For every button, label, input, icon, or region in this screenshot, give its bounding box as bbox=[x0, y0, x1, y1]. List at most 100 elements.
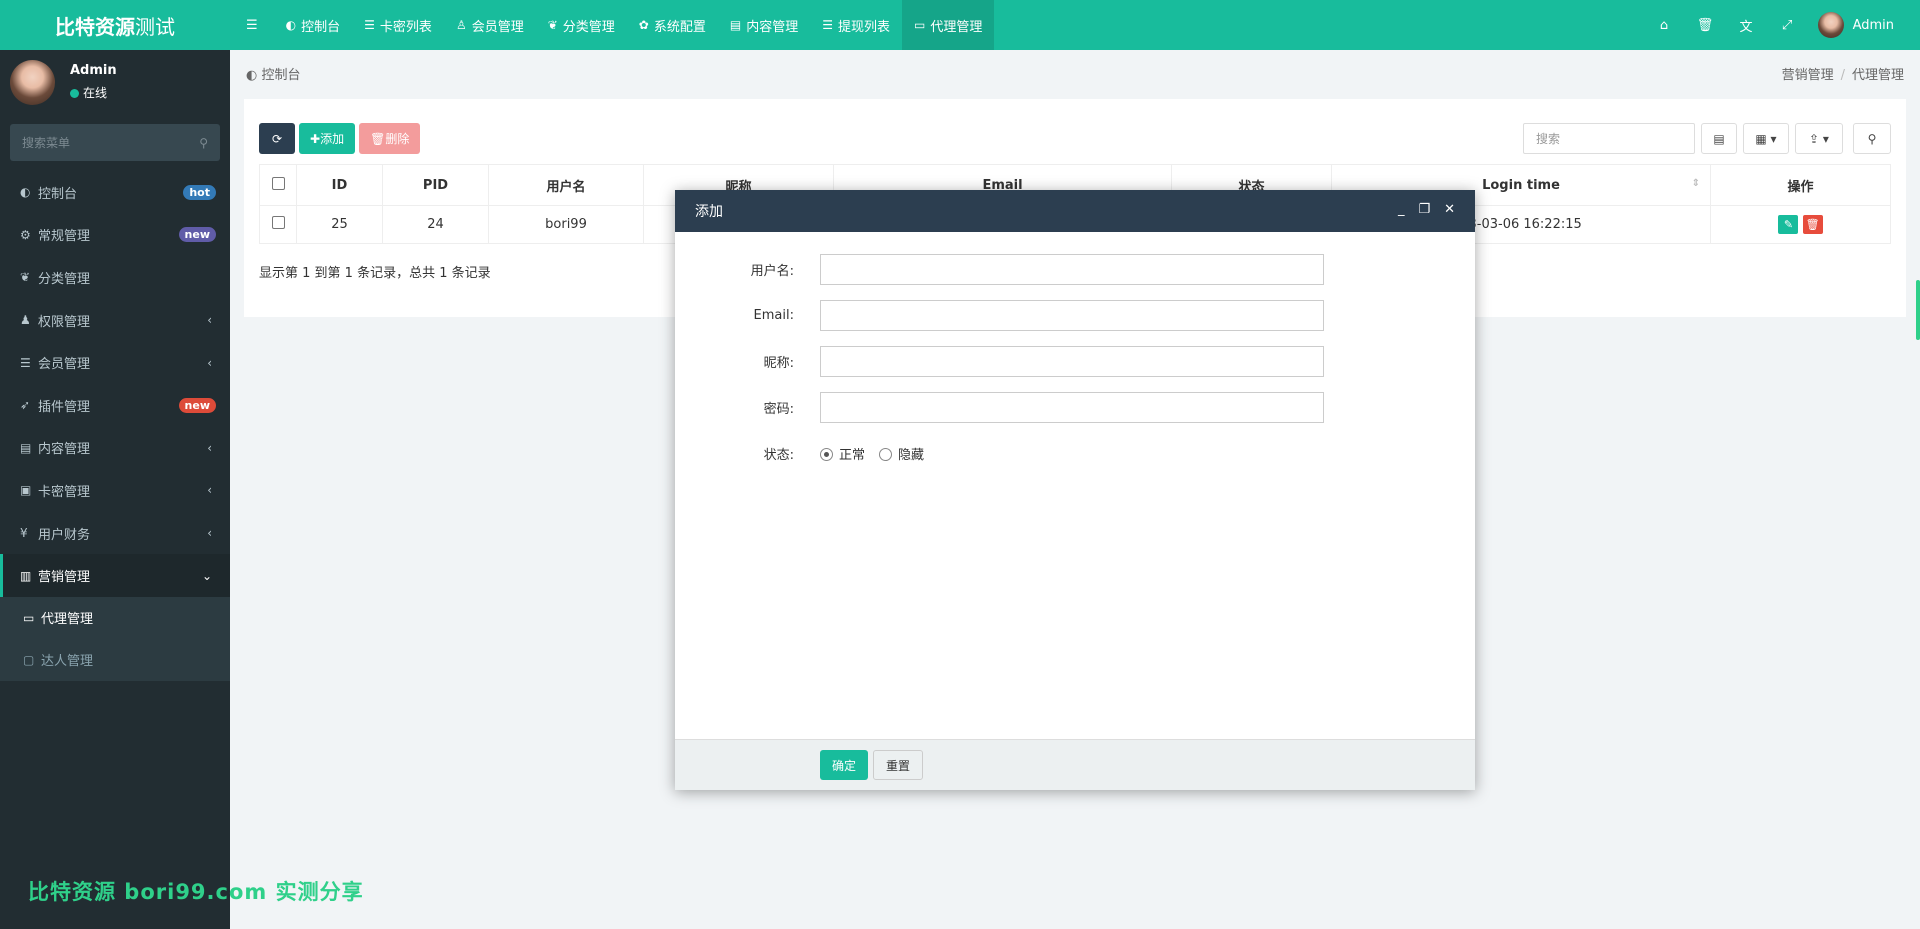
form-row-password: 密码: bbox=[675, 384, 1475, 430]
id-card-icon: ▭ bbox=[914, 18, 926, 32]
radio-label: 正常 bbox=[839, 447, 866, 463]
sidebar-item-category[interactable]: ❦ 分类管理 bbox=[0, 256, 230, 299]
sidebar-item-label: 达人管理 bbox=[41, 654, 94, 670]
minimize-icon[interactable]: _ bbox=[1398, 202, 1405, 217]
breadcrumb-item[interactable]: 营销管理 bbox=[1782, 68, 1834, 83]
status-radio-normal[interactable]: 正常 bbox=[820, 444, 865, 463]
dialog-titlebar[interactable]: 添加 bbox=[675, 190, 1475, 232]
chevron-left-icon: ‹ bbox=[207, 355, 212, 370]
radio-checked-icon[interactable] bbox=[820, 447, 833, 461]
sidebar-item-content[interactable]: ▤ 内容管理 ‹ bbox=[0, 427, 230, 470]
tab-system-config[interactable]: ✿ 系统配置 bbox=[627, 0, 718, 50]
sidebar-item-influencer[interactable]: ▢ 达人管理 bbox=[0, 639, 230, 681]
fullscreen-icon[interactable]: ⤢ bbox=[1767, 18, 1808, 33]
rocket-icon: ➶ bbox=[20, 398, 31, 413]
sidebar-item-label: 常规管理 bbox=[38, 229, 91, 245]
sidebar-item-label: 用户财务 bbox=[38, 527, 91, 543]
search-button[interactable]: ⚲ bbox=[1853, 123, 1891, 154]
column-header: 操作 bbox=[1710, 164, 1891, 206]
breadcrumb-home[interactable]: ◐ 控制台 bbox=[246, 64, 301, 83]
cell-username: bori99 bbox=[488, 205, 644, 244]
tab-agent[interactable]: ▭ 代理管理 bbox=[902, 0, 995, 50]
list-icon: ☰ bbox=[364, 18, 375, 32]
sidebar-search-placeholder: 搜索菜单 bbox=[22, 136, 71, 150]
columns-button[interactable]: ▦ ▾ bbox=[1743, 123, 1789, 154]
tab-withdraw[interactable]: ☰ 提现列表 bbox=[810, 0, 902, 50]
form-row-username: 用户名: bbox=[675, 246, 1475, 292]
table-search-input[interactable]: 搜索 bbox=[1523, 123, 1695, 154]
trash-icon[interactable]: 🗑 bbox=[1685, 18, 1726, 33]
export-icon: ⇪ ▾ bbox=[1809, 131, 1829, 146]
refresh-button[interactable]: ⟳ bbox=[259, 123, 295, 154]
tab-label: 会员管理 bbox=[471, 19, 524, 35]
sidebar-item-card[interactable]: ▣ 卡密管理 ‹ bbox=[0, 469, 230, 512]
column-header[interactable]: ID bbox=[296, 164, 383, 206]
radio-label: 隐藏 bbox=[898, 447, 925, 463]
column-header[interactable]: 用户名 bbox=[488, 164, 644, 206]
chevron-left-icon: ‹ bbox=[207, 440, 212, 455]
app-logo[interactable]: 比特资源 测试 bbox=[0, 0, 230, 50]
sidebar-item-member[interactable]: ☰ 会员管理 ‹ bbox=[0, 341, 230, 384]
sidebar-item-general[interactable]: ⚙ 常规管理 new bbox=[0, 214, 230, 257]
sidebar-item-dashboard[interactable]: ◐ 控制台 hot bbox=[0, 171, 230, 214]
maximize-icon[interactable]: ❐ bbox=[1418, 202, 1430, 217]
checkbox[interactable] bbox=[271, 176, 285, 190]
cogs-icon: ⚙ bbox=[20, 227, 31, 242]
toolbar-right: 搜索 ▤ ▦ ▾ ⇪ ▾ ⚲ bbox=[1523, 123, 1891, 154]
toggle-view-button[interactable]: ▤ bbox=[1701, 123, 1737, 154]
username-field[interactable] bbox=[820, 253, 1324, 285]
navbar-user-menu[interactable]: Admin bbox=[1808, 12, 1920, 38]
user-panel: Admin 在线 bbox=[0, 50, 230, 122]
yen-icon: ¥ bbox=[20, 526, 28, 541]
cell-actions: ✎ 🗑 bbox=[1710, 205, 1891, 244]
radio-icon[interactable] bbox=[879, 447, 893, 461]
sidebar-item-agent[interactable]: ▭ 代理管理 bbox=[0, 597, 230, 639]
tab-dashboard[interactable]: ◐ 控制台 bbox=[274, 0, 353, 50]
nickname-field[interactable] bbox=[820, 345, 1324, 377]
tab-category[interactable]: ❦ 分类管理 bbox=[536, 0, 627, 50]
home-icon[interactable]: ⌂ bbox=[1644, 18, 1685, 33]
checkbox[interactable] bbox=[271, 216, 285, 229]
sidebar-item-label: 会员管理 bbox=[38, 357, 91, 373]
delete-row-button[interactable]: 🗑 bbox=[1802, 215, 1823, 234]
delete-button[interactable]: 🗑 删除 bbox=[359, 123, 421, 154]
refresh-icon: ⟳ bbox=[271, 131, 283, 146]
status-radio-hidden[interactable]: 隐藏 bbox=[879, 444, 924, 463]
column-header[interactable]: PID bbox=[382, 164, 489, 206]
row-checkbox[interactable] bbox=[259, 205, 297, 244]
field-label: 昵称: bbox=[763, 355, 794, 371]
sidebar-search-input[interactable]: 搜索菜单 ⚲ bbox=[10, 124, 220, 161]
edit-button[interactable]: ✎ bbox=[1778, 215, 1799, 234]
sidebar-item-marketing[interactable]: ▥ 营销管理 ⌄ bbox=[0, 554, 230, 597]
confirm-button[interactable]: 确定 bbox=[820, 750, 869, 780]
select-all-checkbox[interactable] bbox=[259, 164, 297, 206]
dashboard-icon: ◐ bbox=[285, 18, 297, 32]
sidebar-item-addon[interactable]: ➶ 插件管理 new bbox=[0, 384, 230, 427]
export-button[interactable]: ⇪ ▾ bbox=[1795, 123, 1843, 154]
cell-id: 25 bbox=[296, 205, 383, 244]
tab-member[interactable]: ♙ 会员管理 bbox=[444, 0, 536, 50]
email-field[interactable] bbox=[820, 299, 1324, 331]
password-field[interactable] bbox=[820, 391, 1324, 423]
reset-button[interactable]: 重置 bbox=[873, 750, 924, 780]
add-button[interactable]: ✚ 添加 bbox=[299, 123, 356, 154]
close-icon[interactable]: ✕ bbox=[1444, 202, 1455, 217]
leaf-icon: ❦ bbox=[20, 270, 31, 285]
search-icon[interactable]: ⚲ bbox=[199, 136, 208, 150]
sidebar-item-finance[interactable]: ¥ 用户财务 ‹ bbox=[0, 512, 230, 555]
sidebar-item-label: 权限管理 bbox=[38, 314, 91, 330]
sidebar-item-label: 卡密管理 bbox=[38, 484, 91, 500]
sidebar-item-auth[interactable]: ♟ 权限管理 ‹ bbox=[0, 299, 230, 342]
file-icon: ▤ bbox=[729, 18, 742, 32]
tab-content[interactable]: ▤ 内容管理 bbox=[718, 0, 810, 50]
tab-card-list[interactable]: ☰ 卡密列表 bbox=[352, 0, 444, 50]
sidebar-menu: ◐ 控制台 hot ⚙ 常规管理 new ❦ 分类管理 ♟ 权限管理 ‹ ☰ 会员管理 ‹ ➶ 插件… bbox=[0, 171, 230, 681]
sidebar-item-label: 控制台 bbox=[38, 186, 78, 202]
sidebar-item-label: 分类管理 bbox=[38, 271, 91, 287]
language-icon[interactable]: 文 bbox=[1726, 16, 1767, 35]
sort-icon: ⇕ bbox=[1691, 177, 1700, 189]
scrollbar[interactable] bbox=[1916, 280, 1920, 340]
dashboard-icon: ◐ bbox=[246, 68, 262, 83]
sidebar-toggle-button[interactable]: ☰ bbox=[230, 0, 274, 50]
list-icon: ☰ bbox=[20, 355, 31, 370]
